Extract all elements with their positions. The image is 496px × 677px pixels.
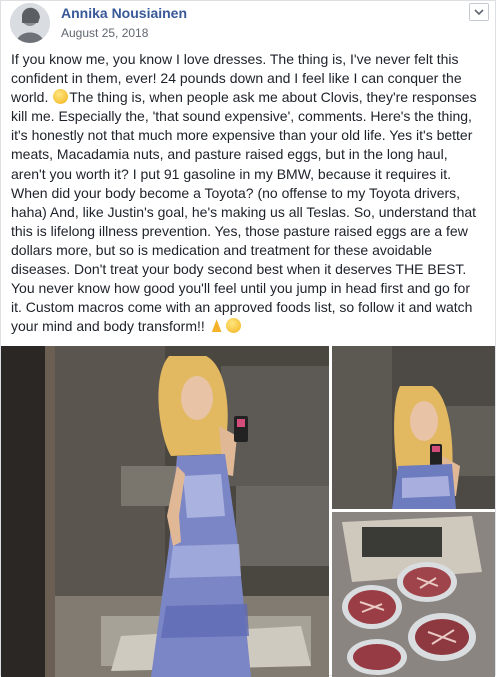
avatar[interactable] xyxy=(10,3,50,43)
post-card: Annika Nousiainen August 25, 2018 If you… xyxy=(0,0,496,677)
chevron-down-icon xyxy=(474,8,484,15)
post-date[interactable]: August 25, 2018 xyxy=(61,26,148,40)
packaged-meat-photo xyxy=(332,512,495,677)
post-body-text: If you know me, you know I love dresses.… xyxy=(11,50,483,336)
folded-hands-icon xyxy=(210,318,224,333)
smiling-face-icon xyxy=(53,89,69,105)
profile-avatar-image xyxy=(10,3,50,43)
author-name[interactable]: Annika Nousiainen xyxy=(61,5,187,21)
post-photo-top-right[interactable] xyxy=(332,346,495,509)
selfie-closeup-photo xyxy=(332,346,495,509)
post-text-part-2: The thing is, when people ask me about C… xyxy=(11,89,481,335)
post-photo-bottom-right[interactable] xyxy=(332,512,495,677)
smiling-face-icon xyxy=(225,318,241,334)
mirror-selfie-photo xyxy=(1,346,329,677)
post-menu-button[interactable] xyxy=(469,3,489,21)
post-photo-main[interactable] xyxy=(1,346,329,677)
